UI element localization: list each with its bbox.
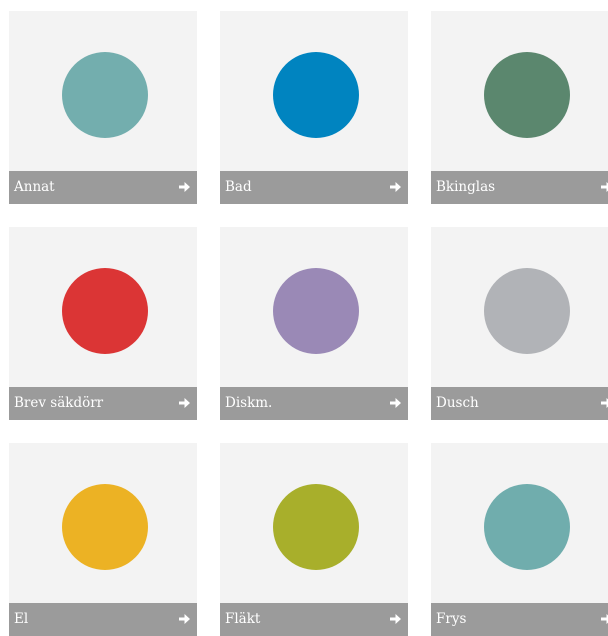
arrow-right-icon [601,398,608,408]
tile-label-bar: Brev säkdörr [9,387,197,420]
arrow-right-icon [390,182,401,192]
arrow-right-icon [601,614,608,624]
tile-label-bar: El [9,603,197,636]
arrow-right-icon [601,182,608,192]
category-tile-frys[interactable]: Frys [431,443,608,636]
category-tile-flakt[interactable]: Fläkt [220,443,408,636]
tile-label: Diskm. [225,395,273,411]
arrow-right-icon [179,398,190,408]
tile-label-bar: Bkinglas [431,171,608,204]
category-tile-brev-sakdorr[interactable]: Brev säkdörr [9,227,197,420]
arrow-right-icon [390,614,401,624]
color-circle [62,268,148,354]
tile-label: Dusch [436,395,479,411]
tile-label-bar: Annat [9,171,197,204]
color-circle [273,52,359,138]
tile-label: Fläkt [225,611,261,627]
tile-label-bar: Diskm. [220,387,408,420]
color-circle [273,484,359,570]
category-tile-el[interactable]: El [9,443,197,636]
category-tile-annat[interactable]: Annat [9,11,197,204]
color-circle [62,52,148,138]
color-circle [484,52,570,138]
color-circle [484,484,570,570]
tile-label-bar: Dusch [431,387,608,420]
tile-label: Bkinglas [436,179,496,195]
tile-label: El [14,611,29,627]
arrow-right-icon [390,398,401,408]
arrow-right-icon [179,182,190,192]
tile-label-bar: Fläkt [220,603,408,636]
category-tile-bad[interactable]: Bad [220,11,408,204]
arrow-right-icon [179,614,190,624]
color-circle [62,484,148,570]
category-tile-bkinglas[interactable]: Bkinglas [431,11,608,204]
tile-label: Annat [14,179,55,195]
tile-label-bar: Bad [220,171,408,204]
tile-label: Brev säkdörr [14,395,104,411]
category-grid: Annat Bad Bkinglas Brev säkdörr Diskm. D… [9,11,608,636]
tile-label: Frys [436,611,467,627]
tile-label-bar: Frys [431,603,608,636]
category-tile-diskm[interactable]: Diskm. [220,227,408,420]
category-tile-dusch[interactable]: Dusch [431,227,608,420]
color-circle [273,268,359,354]
tile-label: Bad [225,179,252,195]
color-circle [484,268,570,354]
